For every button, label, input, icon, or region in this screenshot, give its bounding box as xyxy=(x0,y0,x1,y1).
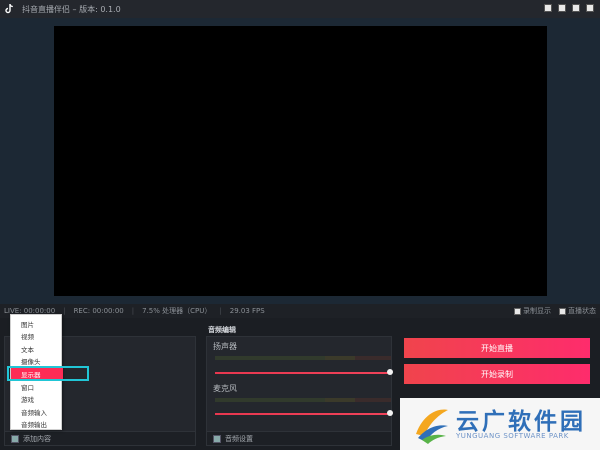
menu-item[interactable]: 音频输入 xyxy=(11,405,63,418)
audio-panel: 扬声器 麦克风 音频设置 xyxy=(206,336,393,446)
rec-timer: REC: 00:00:00 xyxy=(73,307,124,315)
speaker-volume-slider[interactable] xyxy=(215,372,391,374)
window-controls xyxy=(544,4,594,12)
watermark-logo: 云广软件园 YUNGUANG SOFTWARE PARK xyxy=(400,398,600,450)
menu-item[interactable]: 视频 xyxy=(11,330,63,343)
checkbox-icon xyxy=(514,307,521,315)
status-bar: LIVE: 00:00:00 | REC: 00:00:00 | 7.5% 处理… xyxy=(0,304,600,318)
live-status-toggle[interactable]: 直播状态 xyxy=(559,306,596,316)
menu-item[interactable]: 文本 xyxy=(11,342,63,355)
image-icon xyxy=(11,434,19,443)
fps-readout: 29.03 FPS xyxy=(229,307,265,315)
speaker-label: 扬声器 xyxy=(213,342,237,351)
add-source-button[interactable]: 添加内容 xyxy=(5,431,195,445)
watermark-cn-text: 云广软件园 xyxy=(456,408,586,435)
menu-item[interactable]: 音频输出 xyxy=(11,418,63,431)
start-record-button[interactable]: 开始录制 xyxy=(404,364,590,384)
preview-area xyxy=(0,18,600,304)
mic-level-meter xyxy=(215,398,391,402)
status-separator: | xyxy=(219,307,222,315)
menu-item[interactable]: 游戏 xyxy=(11,393,63,406)
mic-label: 麦克风 xyxy=(213,384,237,393)
checkbox-icon xyxy=(559,307,566,315)
audio-settings-button[interactable]: 音频设置 xyxy=(207,431,391,445)
preview-canvas[interactable] xyxy=(54,26,547,296)
start-live-button[interactable]: 开始直播 xyxy=(404,338,590,358)
title-bar: 抖音直播伴侣 – 版本: 0.1.0 xyxy=(0,0,600,18)
audio-section-title: 音频编辑 xyxy=(208,326,236,334)
tiktok-logo-icon xyxy=(0,0,18,18)
cpu-usage: 7.5% 处理器（CPU） xyxy=(142,307,212,315)
menu-item[interactable]: 图片 xyxy=(11,317,63,330)
speaker-level-meter xyxy=(215,356,391,360)
menu-item[interactable]: 窗口 xyxy=(11,380,63,393)
mic-volume-knob[interactable] xyxy=(387,410,393,416)
mic-volume-slider[interactable] xyxy=(215,413,391,415)
minimize-button[interactable] xyxy=(558,4,566,12)
status-separator: | xyxy=(131,307,135,315)
status-toggles: 录制显示 直播状态 xyxy=(514,306,596,316)
speaker-volume-knob[interactable] xyxy=(387,369,393,375)
window-title: 抖音直播伴侣 – 版本: 0.1.0 xyxy=(22,4,121,14)
highlight-box xyxy=(7,366,89,381)
maximize-button[interactable] xyxy=(572,4,580,12)
status-separator: | xyxy=(63,307,66,315)
record-display-toggle[interactable]: 录制显示 xyxy=(514,306,551,316)
close-button[interactable] xyxy=(586,4,594,12)
image-icon xyxy=(213,434,221,443)
watermark-en-text: YUNGUANG SOFTWARE PARK xyxy=(456,432,569,440)
settings-button[interactable] xyxy=(544,4,552,12)
watermark-leaf-icon xyxy=(416,409,448,444)
